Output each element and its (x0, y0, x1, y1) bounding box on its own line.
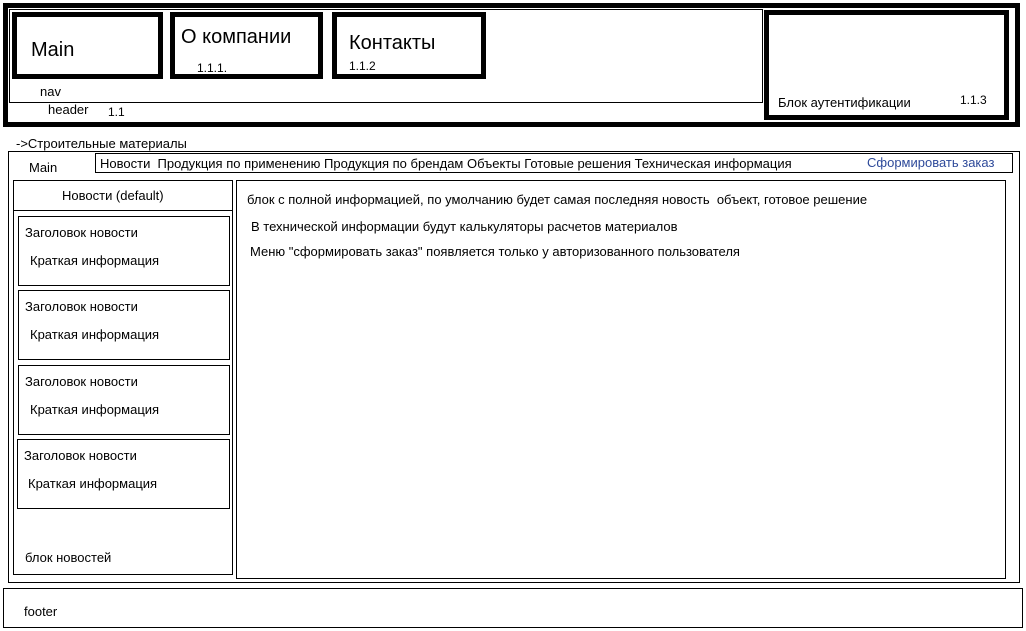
content-line-3: Меню "сформировать заказ" появляется тол… (250, 244, 740, 259)
content-line-1: блок с полной информацией, по умолчанию … (247, 192, 868, 207)
news-item[interactable]: Заголовок новости Краткая информация (18, 365, 230, 435)
news-item-title: Заголовок новости (24, 448, 137, 463)
main-menu-items[interactable]: Новости Продукция по применению Продукци… (100, 157, 792, 170)
auth-block[interactable]: Блок аутентификации 1.1.3 (764, 10, 1009, 120)
nav-item-about[interactable]: О компании 1.1.1. (170, 12, 323, 79)
nav-item-about-label: О компании (181, 26, 292, 48)
footer: footer (3, 588, 1023, 628)
sidebar-title-divider (14, 210, 232, 211)
breadcrumb[interactable]: ->Строительные материалы (16, 137, 187, 150)
content-block: блок с полной информацией, по умолчанию … (236, 180, 1006, 579)
news-item-title: Заголовок новости (25, 374, 138, 389)
news-item[interactable]: Заголовок новости Краткая информация (18, 216, 230, 286)
order-link[interactable]: Сформировать заказ (867, 156, 994, 169)
nav-item-contacts-code: 1.1.2 (349, 59, 376, 73)
news-item-title: Заголовок новости (25, 299, 138, 314)
auth-code: 1.1.3 (960, 93, 987, 107)
content-line-2: В технической информации будут калькулят… (251, 219, 678, 234)
header-code: 1.1 (108, 105, 125, 119)
footer-label: footer (24, 604, 58, 619)
header-label: header (48, 102, 89, 117)
main-menu-bar[interactable]: Новости Продукция по применению Продукци… (95, 153, 1013, 173)
nav-item-main[interactable]: Main (12, 12, 163, 79)
news-item-summary: Краткая информация (30, 253, 160, 268)
nav-item-contacts-label: Контакты (349, 32, 436, 54)
nav-label: nav (40, 84, 61, 99)
nav-item-about-code: 1.1.1. (197, 61, 228, 75)
news-item-title: Заголовок новости (25, 225, 138, 240)
news-item[interactable]: Заголовок новости Краткая информация (18, 290, 230, 360)
news-item-summary: Краткая информация (30, 327, 160, 342)
nav-item-contacts[interactable]: Контакты 1.1.2 (332, 12, 486, 79)
nav-item-main-label: Main (31, 39, 75, 61)
auth-label: Блок аутентификации (778, 95, 911, 110)
sidebar-title[interactable]: Новости (default) (62, 189, 164, 202)
news-item-summary: Краткая информация (28, 476, 158, 491)
sidebar-footer-label: блок новостей (25, 550, 112, 565)
news-item-summary: Краткая информация (30, 402, 160, 417)
news-item[interactable]: Заголовок новости Краткая информация (17, 439, 230, 509)
main-label: Main (29, 160, 58, 175)
